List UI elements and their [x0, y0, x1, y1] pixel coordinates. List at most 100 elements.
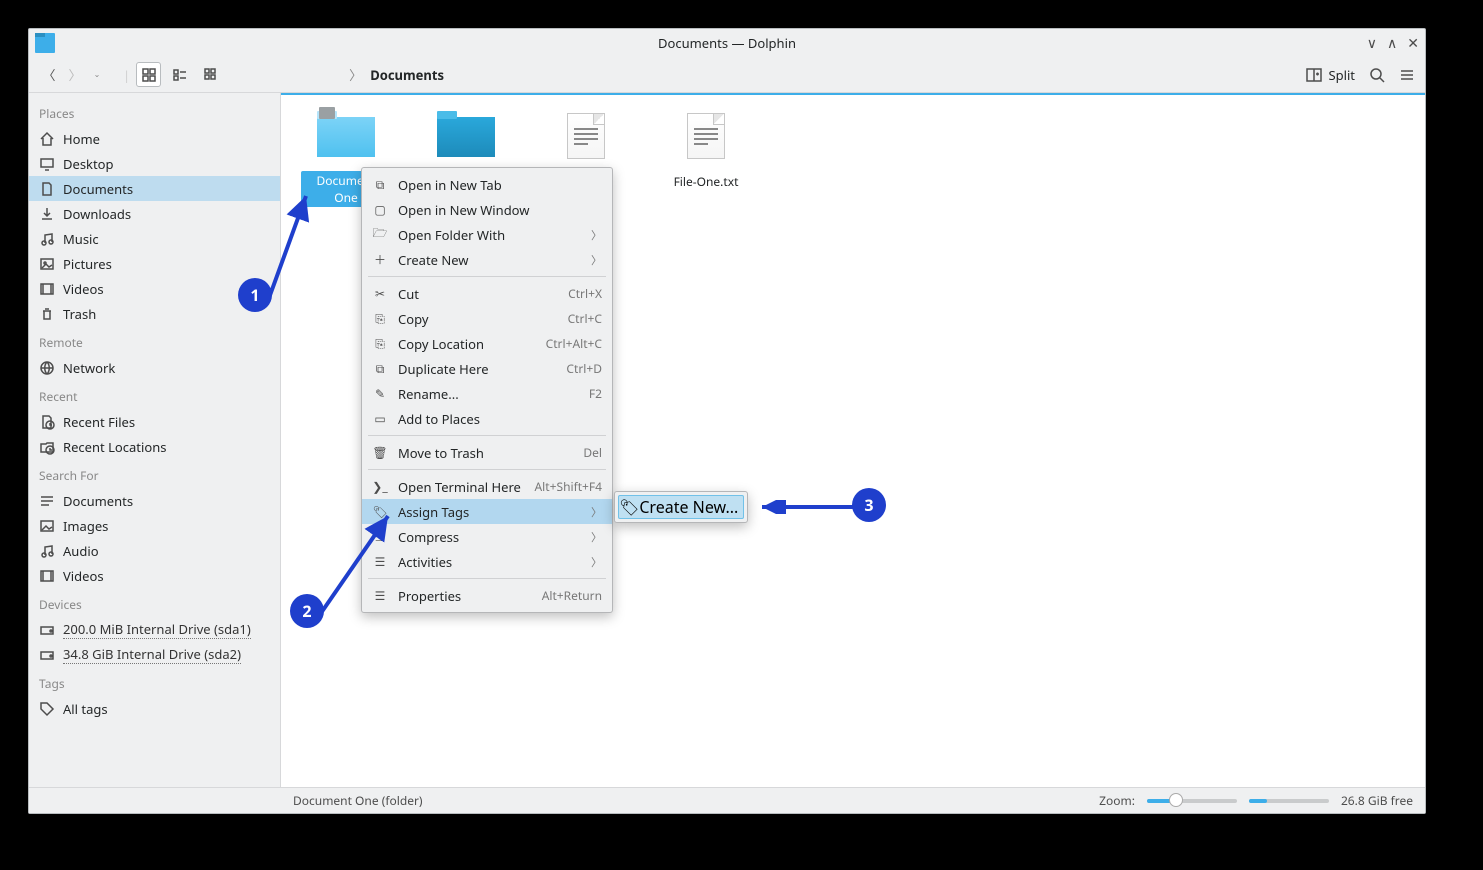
sidebar-item-drive-sda2[interactable]: 34.8 GiB Internal Drive (sda2) — [29, 642, 280, 667]
trash-icon: 🗑 — [372, 444, 388, 461]
chevron-right-icon: 〉 — [591, 529, 602, 545]
sidebar-item-downloads[interactable]: Downloads — [29, 201, 280, 226]
copy-icon: ⎘ — [372, 310, 388, 327]
disk-free-label: 26.8 GiB free — [1341, 792, 1413, 809]
status-selection: Document One (folder) — [293, 792, 423, 809]
menu-copy-location[interactable]: ⎘Copy LocationCtrl+Alt+C — [362, 331, 612, 356]
search-icon[interactable] — [1369, 67, 1385, 83]
downloads-icon — [39, 206, 55, 222]
menu-open-new-tab[interactable]: ⧉Open in New Tab — [362, 172, 612, 197]
annotation-badge-2: 2 — [290, 594, 324, 628]
annotation-arrow-1 — [264, 188, 314, 303]
view-icons-button[interactable] — [136, 62, 161, 87]
menu-copy[interactable]: ⎘CopyCtrl+C — [362, 306, 612, 331]
annotation-arrow-2 — [316, 508, 396, 618]
recent-locations-icon — [39, 439, 55, 455]
submenu-create-new-tag[interactable]: 🏷Create New... — [618, 495, 744, 519]
drive-icon — [39, 647, 55, 663]
disk-usage-bar — [1249, 799, 1329, 803]
text-file-icon — [567, 113, 605, 159]
menu-separator — [368, 276, 606, 277]
titlebar: Documents — Dolphin ∨ ∧ ✕ — [29, 29, 1425, 57]
window-new-icon: ▢ — [372, 201, 388, 218]
sidebar-item-documents[interactable]: Documents — [29, 176, 280, 201]
drive-icon — [39, 622, 55, 638]
file-view[interactable]: Document One File-One.txt ⧉Open in New T… — [281, 93, 1425, 787]
tag-add-icon: 🏷 — [619, 496, 639, 518]
pictures-icon — [39, 256, 55, 272]
home-icon — [39, 131, 55, 147]
sidebar-item-search-audio[interactable]: Audio — [29, 538, 280, 563]
menu-open-new-window[interactable]: ▢Open in New Window — [362, 197, 612, 222]
sidebar-item-drive-sda1[interactable]: 200.0 MiB Internal Drive (sda1) — [29, 617, 280, 642]
section-search: Search For — [29, 459, 280, 488]
submenu-tags: 🏷Create New... — [614, 491, 748, 523]
menu-open-folder-with[interactable]: 🗁Open Folder With〉 — [362, 222, 612, 247]
sidebar-item-music[interactable]: Music — [29, 226, 280, 251]
sidebar-item-search-documents[interactable]: Documents — [29, 488, 280, 513]
documents-icon — [39, 493, 55, 509]
file-one-txt[interactable]: File-One.txt — [661, 109, 751, 190]
folder-icon — [437, 117, 495, 157]
maximize-icon[interactable]: ∧ — [1387, 34, 1397, 53]
section-places: Places — [29, 97, 280, 126]
back-button[interactable]: 〈 — [39, 65, 59, 84]
menu-open-terminal[interactable]: ❯_Open Terminal HereAlt+Shift+F4 — [362, 474, 612, 499]
section-devices: Devices — [29, 588, 280, 617]
close-icon[interactable]: ✕ — [1407, 34, 1419, 53]
rename-icon: ✎ — [372, 385, 388, 402]
chevron-right-icon: 〉 — [349, 65, 362, 84]
chevron-right-icon: 〉 — [591, 227, 602, 243]
places-panel: Places Home Desktop Documents Downloads … — [29, 93, 281, 787]
menu-assign-tags[interactable]: 🏷Assign Tags〉 — [362, 499, 612, 524]
file-item[interactable] — [541, 109, 631, 173]
menu-rename[interactable]: ✎Rename...F2 — [362, 381, 612, 406]
compact-view-icon — [172, 67, 188, 83]
menu-duplicate[interactable]: ⧉Duplicate HereCtrl+D — [362, 356, 612, 381]
menu-separator — [368, 578, 606, 579]
hamburger-icon[interactable] — [1399, 67, 1415, 83]
minimize-icon[interactable]: ∨ — [1367, 34, 1377, 53]
videos-icon — [39, 281, 55, 297]
sidebar-item-desktop[interactable]: Desktop — [29, 151, 280, 176]
icons-view-icon — [141, 67, 157, 83]
menu-cut[interactable]: ✂CutCtrl+X — [362, 281, 612, 306]
menu-separator — [368, 435, 606, 436]
menu-add-to-places[interactable]: ▭Add to Places — [362, 406, 612, 431]
view-details-button[interactable] — [198, 62, 223, 87]
view-compact-button[interactable] — [167, 62, 192, 87]
split-button[interactable]: Split — [1306, 66, 1355, 84]
cut-icon: ✂ — [372, 285, 388, 302]
section-remote: Remote — [29, 326, 280, 355]
sidebar-item-search-images[interactable]: Images — [29, 513, 280, 538]
sidebar-item-pictures[interactable]: Pictures — [29, 251, 280, 276]
videos-icon — [39, 568, 55, 584]
sidebar-item-recent-locations[interactable]: Recent Locations — [29, 434, 280, 459]
zoom-slider[interactable] — [1147, 799, 1237, 803]
chevron-right-icon: 〉 — [591, 554, 602, 570]
breadcrumb[interactable]: 〉 Documents — [349, 65, 444, 84]
split-icon — [1306, 67, 1322, 83]
menu-compress[interactable]: ⇲Compress〉 — [362, 524, 612, 549]
details-view-icon — [203, 67, 219, 83]
copy-location-icon: ⎘ — [372, 335, 388, 352]
menu-activities[interactable]: ☰Activities〉 — [362, 549, 612, 574]
menu-create-new[interactable]: ＋Create New〉 — [362, 247, 612, 272]
menu-move-to-trash[interactable]: 🗑Move to TrashDel — [362, 440, 612, 465]
sidebar-item-recent-files[interactable]: Recent Files — [29, 409, 280, 434]
menu-properties[interactable]: ☰PropertiesAlt+Return — [362, 583, 612, 608]
images-icon — [39, 518, 55, 534]
sidebar-item-search-videos[interactable]: Videos — [29, 563, 280, 588]
sidebar-item-home[interactable]: Home — [29, 126, 280, 151]
chevron-right-icon: 〉 — [591, 504, 602, 520]
folder-item[interactable] — [421, 109, 511, 171]
sidebar-item-all-tags[interactable]: All tags — [29, 696, 280, 721]
nav-history-dropdown[interactable]: ⌄ — [87, 69, 107, 80]
folder-icon — [317, 117, 375, 157]
window-title: Documents — Dolphin — [658, 34, 796, 52]
app-window: Documents — Dolphin ∨ ∧ ✕ 〈 〉 ⌄ | 〉 Docu… — [28, 28, 1426, 814]
tab-new-icon: ⧉ — [372, 176, 388, 193]
annotation-badge-3: 3 — [852, 488, 886, 522]
sidebar-item-network[interactable]: Network — [29, 355, 280, 380]
app-icon — [35, 33, 55, 53]
